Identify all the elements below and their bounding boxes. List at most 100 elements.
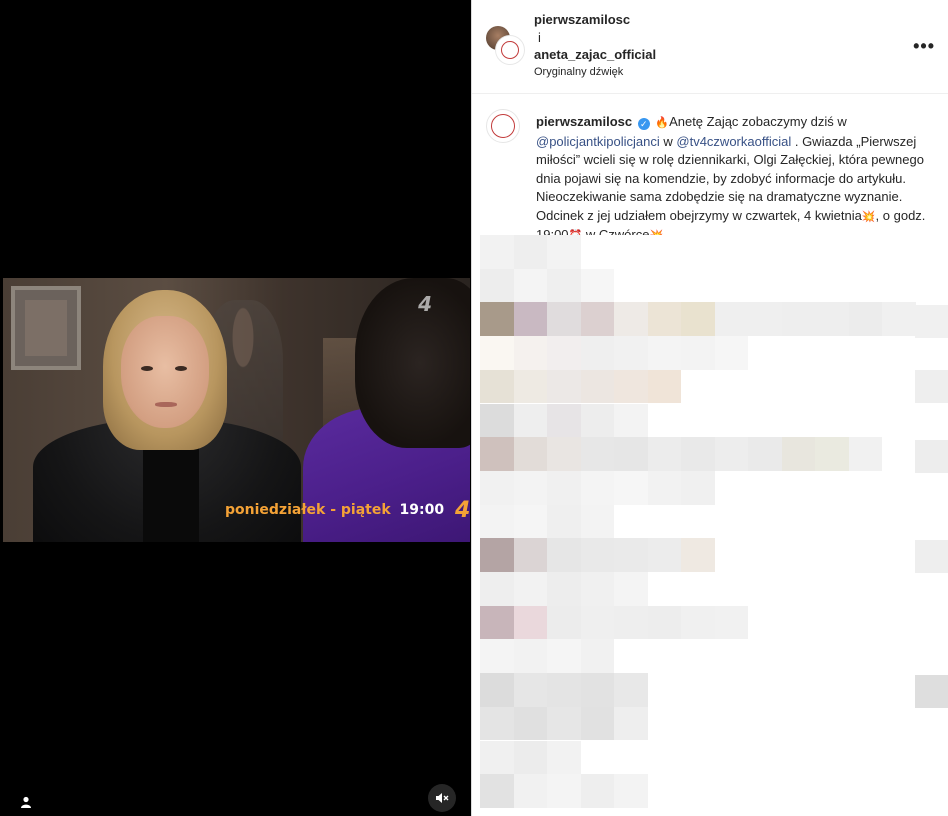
pixelated-block xyxy=(547,740,581,775)
mention-link[interactable]: @policjantkipolicjanci xyxy=(536,134,660,149)
pixelated-block xyxy=(513,369,547,404)
pixelated-block xyxy=(714,336,748,370)
pixelated-block xyxy=(513,639,547,674)
pixelated-block xyxy=(614,572,648,606)
pixelated-block xyxy=(480,605,514,640)
pixelated-block xyxy=(614,774,648,808)
eye-left xyxy=(141,366,153,371)
pixelated-block xyxy=(480,572,514,606)
pixelated-block xyxy=(480,302,514,337)
pixelated-block xyxy=(580,504,614,539)
pixelated-block xyxy=(781,302,815,337)
pixelated-block xyxy=(547,504,581,539)
pixelated-block xyxy=(614,336,648,370)
pixelated-block xyxy=(547,437,581,471)
avatar[interactable] xyxy=(496,36,524,64)
pixelated-block xyxy=(681,470,715,505)
pixelated-block xyxy=(547,336,581,370)
pixelated-block xyxy=(580,403,614,438)
pixelated-block xyxy=(580,268,614,303)
audio-label[interactable]: Oryginalny dźwięk xyxy=(534,66,623,78)
pixelated-block xyxy=(714,302,748,337)
pixelated-block xyxy=(681,336,715,370)
pixelated-block xyxy=(513,740,547,775)
media-viewer[interactable]: 4 poniedziałek - piątek 19:00 4 xyxy=(0,0,471,816)
woman-face xyxy=(121,316,209,428)
author-username[interactable]: pierwszamilosc xyxy=(534,12,630,27)
pixelated-block xyxy=(815,437,849,471)
pixelated-block xyxy=(580,639,614,674)
pixelated-block xyxy=(614,403,648,438)
pixelated-block xyxy=(480,369,514,404)
pixelated-block xyxy=(681,437,715,471)
pixelated-block xyxy=(580,774,614,808)
verified-badge-icon: ✓ xyxy=(637,118,650,130)
pixelated-block xyxy=(513,437,547,471)
schedule-banner: poniedziałek - piątek 19:00 4 xyxy=(225,498,470,523)
mention-link[interactable]: @tv4czworkaofficial xyxy=(676,134,791,149)
pixelated-block xyxy=(915,675,948,708)
pixelated-block xyxy=(580,336,614,370)
pixelated-block xyxy=(647,336,681,370)
pixelated-block xyxy=(614,538,648,572)
pixelated-block xyxy=(513,572,547,606)
pixelated-block xyxy=(547,706,581,741)
pixelated-block xyxy=(647,538,681,572)
pixelated-block xyxy=(882,302,916,337)
pixelated-block xyxy=(480,403,514,438)
tagged-user-icon[interactable] xyxy=(14,790,38,814)
schedule-channel: 4 xyxy=(454,498,470,523)
other-person-hair xyxy=(355,278,470,448)
pixelated-block xyxy=(580,605,614,640)
pixelated-block xyxy=(547,403,581,438)
pixelated-block xyxy=(480,774,514,808)
pixelated-block xyxy=(513,774,547,808)
pixelated-block xyxy=(647,470,681,505)
pixelated-block xyxy=(547,538,581,572)
mouth xyxy=(155,402,177,407)
woman-shirt xyxy=(143,438,199,542)
pixelated-block xyxy=(513,268,547,303)
collab-avatars[interactable] xyxy=(486,26,524,64)
video-frame[interactable]: 4 poniedziałek - piątek 19:00 4 xyxy=(3,278,470,542)
mute-icon[interactable] xyxy=(428,784,456,812)
pixelated-block xyxy=(547,268,581,303)
pixelated-block xyxy=(547,302,581,337)
more-options-icon[interactable]: ••• xyxy=(913,36,935,57)
pixelated-block xyxy=(480,470,514,505)
pixelated-block xyxy=(547,470,581,505)
pixelated-block xyxy=(513,538,547,572)
pixelated-block xyxy=(781,437,815,471)
schedule-time: 19:00 xyxy=(399,502,445,518)
pixelated-block xyxy=(480,673,514,707)
pixelated-block xyxy=(547,369,581,404)
fire-emoji-icon: 🔥 xyxy=(655,116,670,129)
pixelated-block xyxy=(480,235,514,269)
pixelated-block xyxy=(480,504,514,539)
pixelated-block xyxy=(580,538,614,572)
caption-username[interactable]: pierwszamilosc xyxy=(536,114,632,129)
tv-channel-logo: 4 xyxy=(418,292,432,316)
pixelated-block xyxy=(513,673,547,707)
collab-separator: i xyxy=(538,30,541,45)
pixelated-block xyxy=(614,437,648,471)
wall-picture xyxy=(11,286,81,370)
post-panel: pierwszamilosc i aneta_zajac_official Or… xyxy=(471,0,948,816)
pixelated-block xyxy=(513,403,547,438)
pixelated-block xyxy=(647,302,681,337)
pixelated-block xyxy=(614,470,648,505)
pixelated-block xyxy=(614,605,648,640)
pixelated-block xyxy=(513,235,547,269)
pixelated-block xyxy=(580,572,614,606)
pixelated-block xyxy=(614,369,648,404)
pixelated-block xyxy=(915,305,948,338)
schedule-days: poniedziałek - piątek xyxy=(225,502,391,518)
post-header: pierwszamilosc i aneta_zajac_official Or… xyxy=(472,0,948,94)
pixelated-block xyxy=(480,437,514,471)
pixelated-block xyxy=(547,673,581,707)
collab-username[interactable]: aneta_zajac_official xyxy=(534,47,656,62)
avatar[interactable] xyxy=(486,109,520,143)
pixelated-block xyxy=(647,369,681,404)
pixelated-block xyxy=(681,538,715,572)
pixelated-block xyxy=(547,774,581,808)
